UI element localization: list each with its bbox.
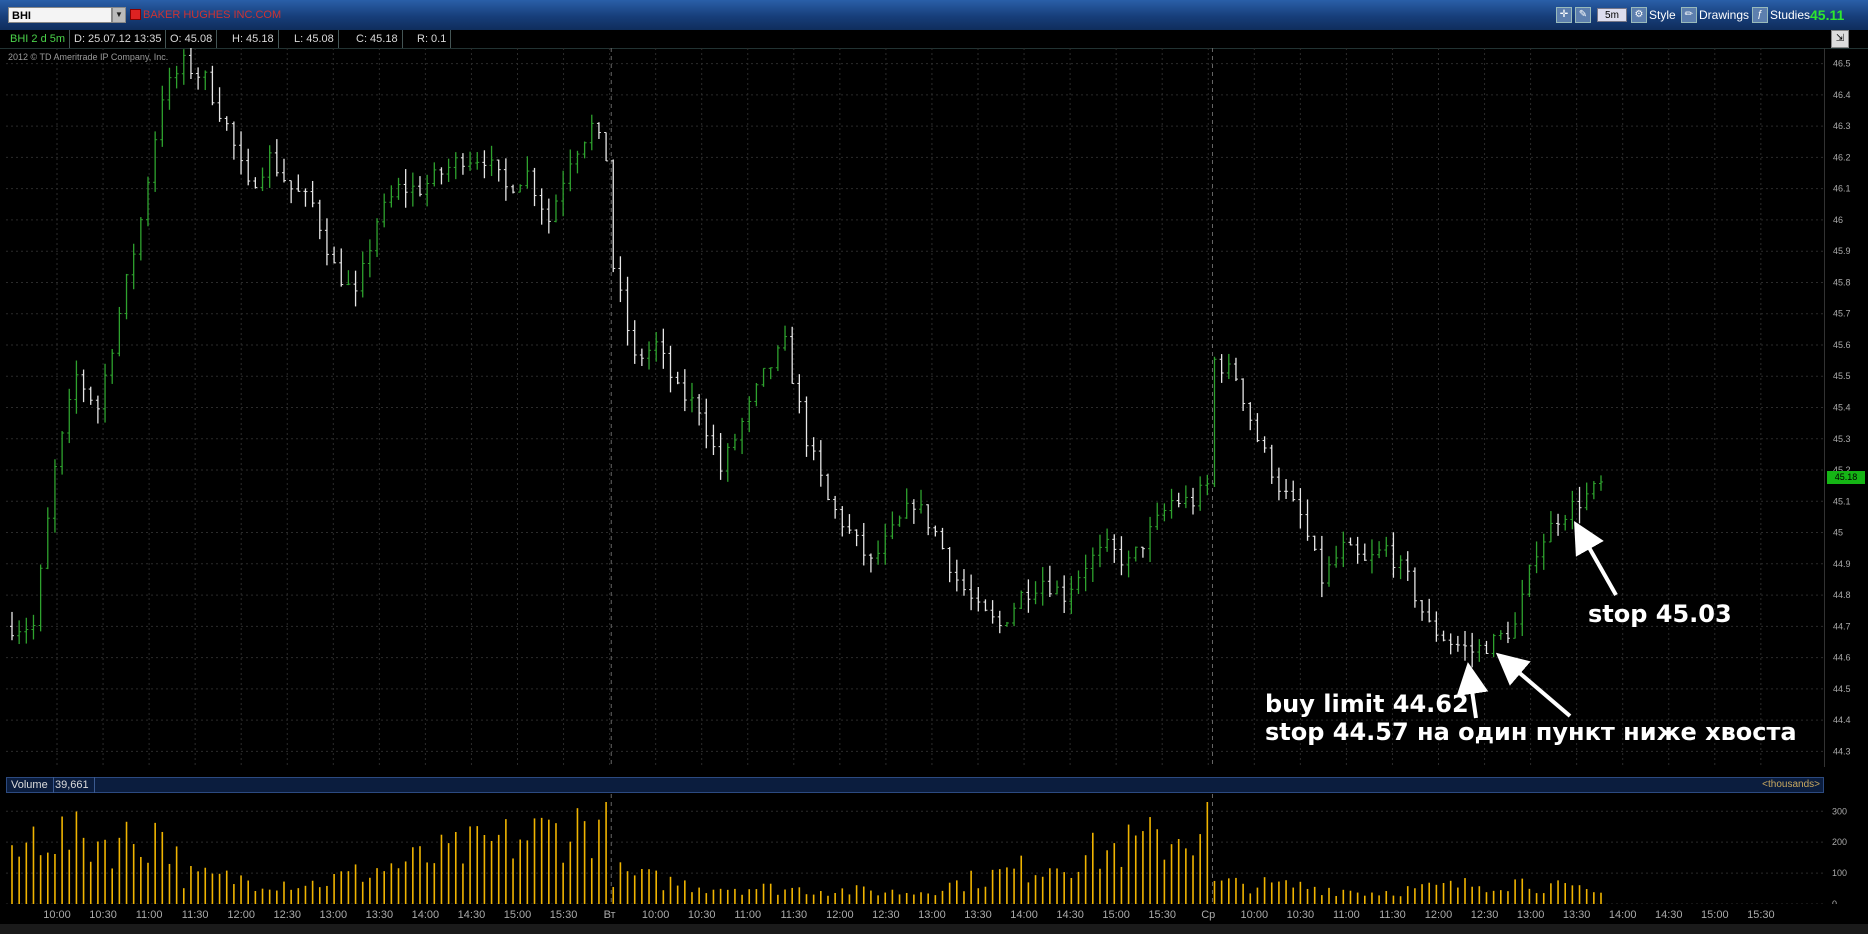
time-tick-label: 15:30	[550, 909, 578, 921]
time-tick-label: 13:00	[320, 909, 348, 921]
arrow-stop-target	[1574, 521, 1618, 596]
time-tick-label: 14:00	[412, 909, 440, 921]
annotation-stop-target: stop 45.03	[1588, 600, 1732, 628]
time-tick-label: 12:00	[826, 909, 854, 921]
volume-value: 39,661	[50, 777, 95, 793]
time-tick-label: 14:30	[458, 909, 486, 921]
time-tick-label: 12:30	[273, 909, 301, 921]
time-tick-label: 10:00	[1241, 909, 1269, 921]
time-tick-label: Ср	[1201, 909, 1215, 921]
time-tick-label: 13:30	[1563, 909, 1591, 921]
volume-header	[6, 777, 1824, 793]
volume-label: Volume	[6, 777, 54, 793]
time-tick-label: 14:00	[1609, 909, 1637, 921]
time-tick-label: 13:00	[1517, 909, 1545, 921]
time-tick-label: 12:00	[1425, 909, 1453, 921]
time-tick-label: 15:00	[1102, 909, 1130, 921]
volume-tick-label: 300	[1832, 806, 1847, 816]
time-tick-label: 15:30	[1747, 909, 1775, 921]
volume-scale: 3002001000	[1832, 806, 1847, 904]
volume-units: <thousands>	[1762, 779, 1820, 790]
time-tick-label: 13:30	[964, 909, 992, 921]
time-tick-label: 12:30	[1471, 909, 1499, 921]
bottom-scroll-strip[interactable]	[0, 924, 1868, 934]
arrow-buy	[1456, 662, 1489, 719]
volume-tick-label: 100	[1832, 868, 1847, 878]
time-tick-label: 14:00	[1010, 909, 1038, 921]
time-tick-label: 12:00	[227, 909, 255, 921]
time-tick-label: 11:00	[1333, 909, 1360, 921]
time-tick-label: Вт	[604, 909, 616, 921]
time-tick-label: 10:30	[688, 909, 716, 921]
time-tick-label: 14:30	[1056, 909, 1084, 921]
time-tick-label: 12:30	[872, 909, 900, 921]
time-tick-label: 11:30	[780, 909, 807, 921]
time-tick-label: 10:00	[43, 909, 71, 921]
volume-chart[interactable]	[6, 794, 1824, 904]
time-tick-label: 15:30	[1148, 909, 1176, 921]
time-tick-label: 10:00	[642, 909, 670, 921]
volume-tick-label: 200	[1832, 837, 1847, 847]
time-tick-label: 11:00	[136, 909, 163, 921]
time-axis: 10:00 10:30 11:00 11:30 12:00 12:30 13:00 13:30…	[43, 909, 1775, 921]
annotation-buy-limit: buy limit 44.62	[1265, 690, 1469, 718]
time-tick-label: 11:00	[734, 909, 761, 921]
time-tick-label: 10:30	[89, 909, 117, 921]
time-tick-label: 13:30	[366, 909, 394, 921]
time-tick-label: 15:00	[1701, 909, 1729, 921]
time-tick-label: 11:30	[1379, 909, 1406, 921]
time-tick-label: 10:30	[1287, 909, 1315, 921]
time-tick-label: 11:30	[182, 909, 209, 921]
time-tick-label: 14:30	[1655, 909, 1683, 921]
time-tick-label: 13:00	[918, 909, 946, 921]
annotation-stop-below: stop 44.57 на один пункт ниже хвоста	[1265, 718, 1797, 746]
time-tick-label: 15:00	[504, 909, 532, 921]
arrow-stop-low	[1495, 652, 1572, 718]
